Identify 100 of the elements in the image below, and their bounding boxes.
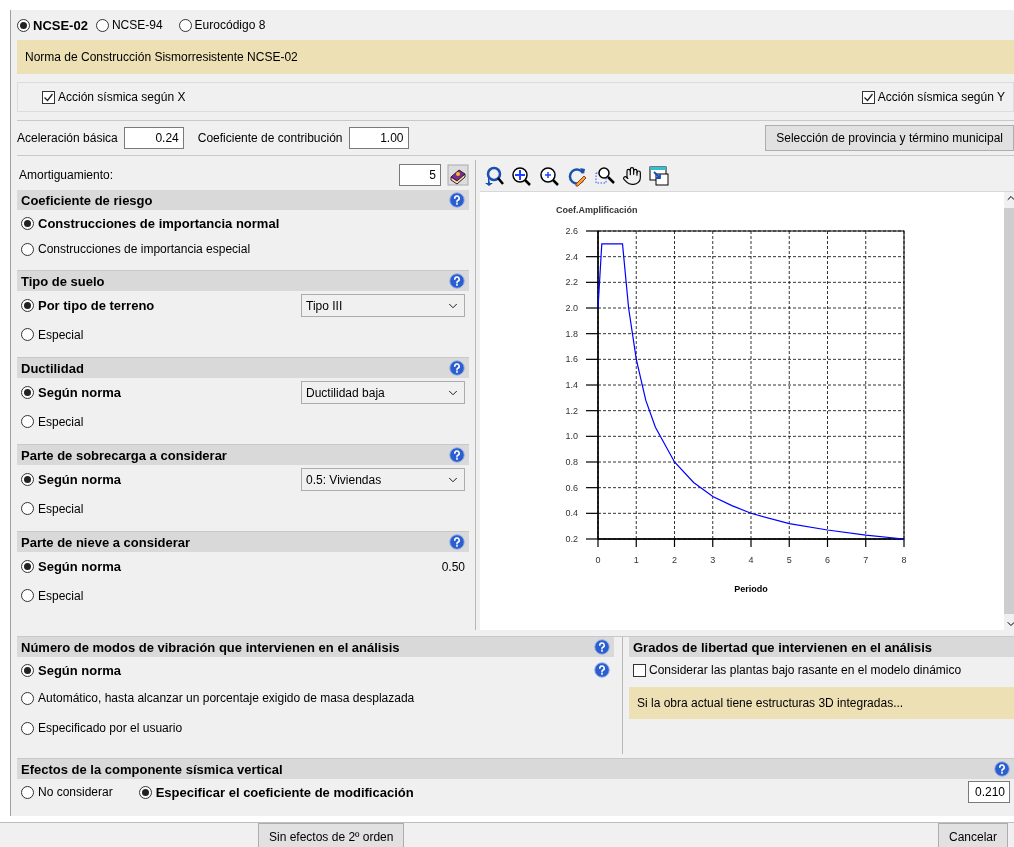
radio-button[interactable]	[21, 502, 34, 515]
help-icon[interactable]	[594, 639, 610, 655]
dropdown[interactable]: Ductilidad baja	[301, 381, 465, 404]
option-label: Construcciones de importancia especial	[38, 242, 251, 256]
checkbox-label: Acción sísmica según Y	[877, 90, 1005, 104]
field-label: Aceleración básica	[17, 131, 118, 145]
chart-title: Coef.Amplificación	[556, 205, 638, 215]
y-tick-label: 2.6	[565, 226, 578, 236]
radio-button[interactable]	[178, 18, 192, 32]
footer-button[interactable]: Cancelar	[937, 823, 1008, 847]
dropdown[interactable]: Tipo III	[301, 294, 465, 317]
radio-button[interactable]	[21, 560, 34, 573]
x-tick-label: 7	[863, 555, 869, 565]
option-label: Especial	[38, 327, 84, 342]
option-label: Según norma	[38, 559, 122, 574]
option-label: Especial	[38, 588, 84, 603]
option-label: NCSE-02	[33, 17, 88, 33]
input-field[interactable]: 5	[399, 164, 441, 186]
checkbox-label: Considerar las plantas bajo rasante en el modelo dinámico	[649, 663, 962, 677]
x-tick-label: 6	[825, 555, 830, 565]
option-label: Automático, hasta alcanzar un porcentaje exigido de masa desplazada	[38, 691, 415, 705]
y-tick-label: 0.8	[565, 457, 578, 467]
x-tick-label: 4	[748, 555, 754, 565]
radio-button[interactable]	[17, 18, 30, 32]
y-tick-label: 1.4	[565, 380, 578, 390]
zoom-extents-icon[interactable]	[510, 164, 532, 187]
help-icon[interactable]	[449, 273, 465, 289]
export-icon[interactable]	[648, 164, 670, 187]
scrollbar[interactable]	[1004, 192, 1014, 630]
section-header: Parte de sobrecarga a considerar	[17, 445, 469, 465]
y-tick-label: 0.2	[565, 534, 578, 544]
zoom-in-icon[interactable]	[538, 164, 560, 187]
value-text: 0.50	[441, 559, 465, 574]
radio-button[interactable]	[138, 785, 152, 799]
section-header: Tipo de suelo	[17, 271, 469, 291]
dropdown[interactable]: 0.5: Viviendas	[301, 468, 465, 491]
x-axis-title: Periodo	[734, 584, 768, 594]
option-label: Especial	[38, 501, 84, 516]
checkbox-label: Acción sísmica según X	[58, 90, 186, 104]
radio-button[interactable]	[21, 328, 34, 341]
book-icon[interactable]	[447, 164, 469, 186]
option-label: NCSE-94	[111, 18, 163, 32]
info-banner: Norma de Construcción Sismorresistente NCSE-02	[17, 40, 1014, 74]
radio-button[interactable]	[21, 473, 34, 486]
section-header: Ductilidad	[17, 358, 469, 378]
radio-button[interactable]	[21, 415, 34, 428]
footer-button[interactable]: Sin efectos de 2º orden	[258, 823, 405, 847]
help-icon[interactable]	[594, 662, 610, 678]
option-label: Eurocódigo 8	[194, 18, 266, 32]
x-tick-label: 1	[633, 555, 639, 565]
y-tick-label: 2.2	[565, 277, 578, 288]
section-header: Coeficiente de riesgo	[17, 190, 469, 210]
option-label: Especial	[38, 414, 84, 429]
radio-button[interactable]	[21, 663, 34, 677]
y-tick-label: 0.4	[565, 508, 578, 519]
x-tick-label: 8	[901, 555, 907, 565]
y-tick-label: 1.2	[565, 405, 578, 416]
radio-button[interactable]	[21, 386, 34, 399]
option-label: Por tipo de terreno	[38, 298, 155, 313]
hand-icon[interactable]	[622, 165, 642, 186]
input-field[interactable]: 0.210	[968, 781, 1010, 803]
y-tick-label: 2.4	[565, 251, 578, 262]
x-tick-label: 0	[595, 555, 601, 565]
radio-button[interactable]	[21, 691, 34, 705]
radio-button[interactable]	[21, 785, 34, 799]
province-button[interactable]: Selección de provincia y término municipal	[765, 125, 1014, 151]
radio-button[interactable]	[21, 589, 34, 602]
checkbox[interactable]	[42, 90, 55, 104]
info-banner: Si la obra actual tiene estructuras 3D integradas...	[629, 687, 1014, 719]
checkbox[interactable]	[861, 90, 875, 104]
option-label: Especificado por el usuario	[38, 721, 183, 735]
x-tick-label: 5	[786, 555, 792, 565]
section-header: Efectos de la componente sísmica vertical	[17, 759, 1014, 779]
radio-button[interactable]	[21, 242, 34, 256]
checkbox[interactable]	[633, 663, 646, 677]
radio-button[interactable]	[21, 299, 34, 312]
help-icon[interactable]	[449, 192, 465, 208]
help-icon[interactable]	[449, 447, 465, 463]
y-tick-label: 1.0	[565, 431, 578, 442]
radio-button[interactable]	[21, 721, 34, 735]
input-field[interactable]: 0.24	[123, 127, 184, 149]
option-label: Según norma	[38, 662, 122, 678]
field-label: Amortiguamiento:	[19, 168, 114, 182]
y-tick-label: 0.6	[565, 482, 578, 493]
x-tick-label: 3	[710, 555, 716, 565]
y-tick-label: 2.0	[565, 303, 578, 313]
y-tick-label: 1.6	[565, 354, 578, 365]
option-label: No considerar	[38, 785, 113, 799]
y-tick-label: 1.8	[565, 328, 578, 339]
option-label: Construcciones de importancia normal	[38, 215, 280, 231]
input-field[interactable]: 1.00	[348, 127, 409, 149]
help-icon[interactable]	[449, 534, 465, 550]
zoom-window-icon[interactable]	[594, 164, 616, 187]
option-label: Según norma	[38, 472, 122, 487]
radio-button[interactable]	[95, 18, 109, 32]
help-icon[interactable]	[449, 360, 465, 376]
radio-button[interactable]	[21, 216, 34, 230]
help-icon[interactable]	[994, 761, 1010, 777]
field-label: Coeficiente de contribución	[197, 131, 343, 145]
section-header: Número de modos de vibración que intervienen en el análisis	[17, 637, 614, 657]
